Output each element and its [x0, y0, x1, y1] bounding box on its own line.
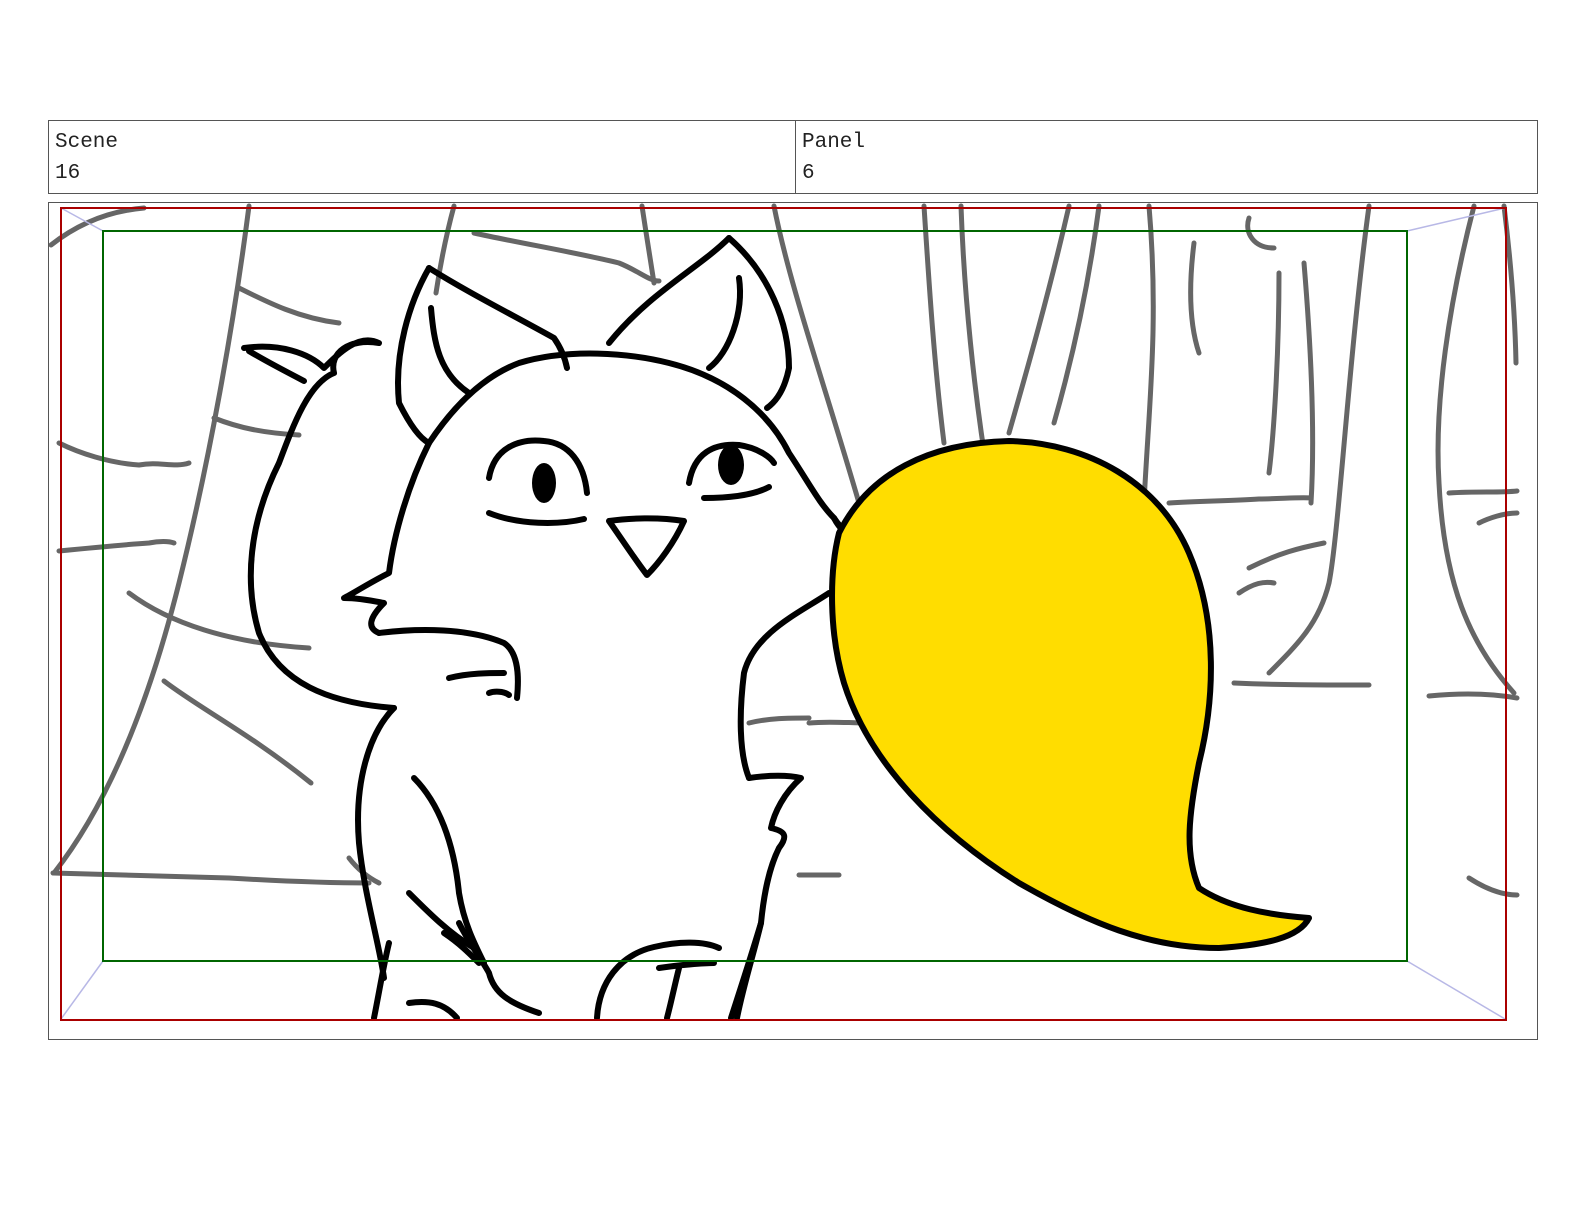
yellow-tail [829, 438, 1312, 951]
storyboard-panel [48, 202, 1538, 1040]
scene-label: Scene [55, 131, 119, 154]
panel-header: Scene 16 Panel 6 [48, 120, 1538, 194]
background-trees [49, 203, 1520, 898]
scene-number: 16 [55, 162, 81, 185]
panel-label: Panel [802, 131, 866, 154]
panel-number: 6 [802, 162, 815, 185]
scene-cell: Scene 16 [49, 121, 796, 193]
panel-drawing [49, 203, 1520, 1021]
title-safe-frame [102, 230, 1408, 962]
squirrel-character [241, 235, 867, 1021]
panel-cell: Panel 6 [796, 121, 1537, 193]
